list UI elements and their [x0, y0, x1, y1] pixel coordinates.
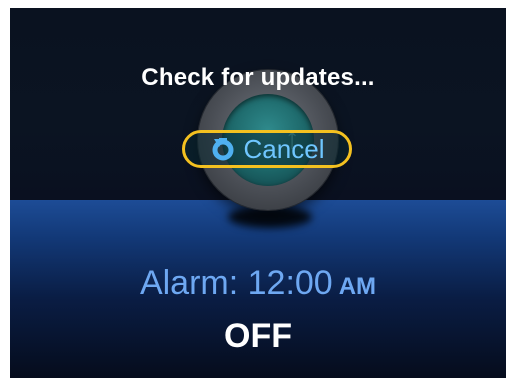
cancel-label: Cancel — [243, 134, 325, 164]
alarm-status: OFF — [224, 317, 292, 355]
alarm-time: 12:00 — [247, 264, 333, 302]
alarm-time-line: Alarm: 12:00 AM — [10, 264, 506, 303]
device-screen: ↑ Check for updates... Cancel Alarm: 12:… — [10, 8, 506, 378]
dialog-title: Check for updates... — [141, 64, 375, 91]
refresh-icon — [210, 136, 236, 162]
cancel-button[interactable]: Cancel — [182, 130, 352, 168]
alarm-label: Alarm: — [139, 264, 248, 302]
alarm-ampm: AM — [338, 273, 377, 300]
